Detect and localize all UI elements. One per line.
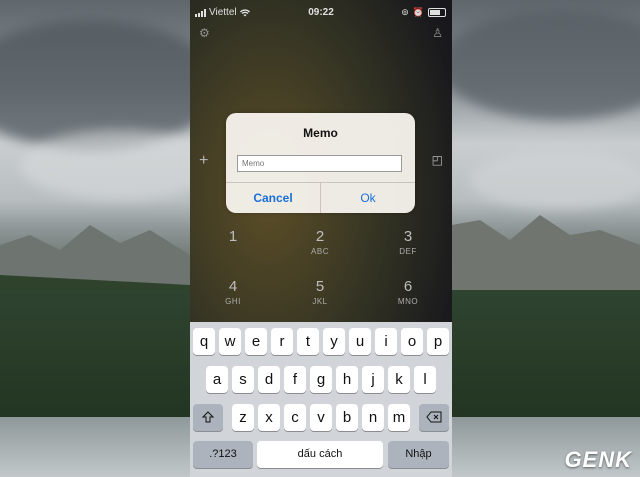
key-b[interactable]: b [336,404,358,431]
key-n[interactable]: n [362,404,384,431]
key-a[interactable]: a [206,366,228,393]
key-k[interactable]: k [388,366,410,393]
key-h[interactable]: h [336,366,358,393]
key-l[interactable]: l [414,366,436,393]
key-f[interactable]: f [284,366,306,393]
key-o[interactable]: o [401,328,423,355]
shift-key[interactable] [193,404,223,431]
key-s[interactable]: s [232,366,254,393]
key-u[interactable]: u [349,328,371,355]
key-t[interactable]: t [297,328,319,355]
key-d[interactable]: d [258,366,280,393]
key-x[interactable]: x [258,404,280,431]
key-v[interactable]: v [310,404,332,431]
memo-input[interactable] [237,155,402,172]
shift-icon [201,411,215,423]
return-key[interactable]: Nhập [388,441,449,468]
delete-key[interactable] [419,404,449,431]
key-e[interactable]: e [245,328,267,355]
phone-screen: Viettel 09:22 ⊚ ⏰ ⚙ ♙ + ◰ 1 2 ABC 3 DEF … [190,0,452,477]
ok-button[interactable]: Ok [321,183,415,213]
cancel-button[interactable]: Cancel [226,183,320,213]
memo-alert: Memo Cancel Ok [226,113,415,213]
numbers-key[interactable]: .?123 [193,441,253,468]
key-i[interactable]: i [375,328,397,355]
keyboard: q w e r t y u i o p a s d f g h j k l z … [190,322,452,477]
key-z[interactable]: z [232,404,254,431]
key-y[interactable]: y [323,328,345,355]
key-p[interactable]: p [427,328,449,355]
space-key[interactable]: dấu cách [257,441,383,468]
key-q[interactable]: q [193,328,215,355]
key-m[interactable]: m [388,404,410,431]
delete-icon [426,411,442,423]
key-r[interactable]: r [271,328,293,355]
key-c[interactable]: c [284,404,306,431]
alert-title: Memo [303,126,338,140]
key-g[interactable]: g [310,366,332,393]
key-j[interactable]: j [362,366,384,393]
watermark: GENK [564,447,632,472]
key-w[interactable]: w [219,328,241,355]
